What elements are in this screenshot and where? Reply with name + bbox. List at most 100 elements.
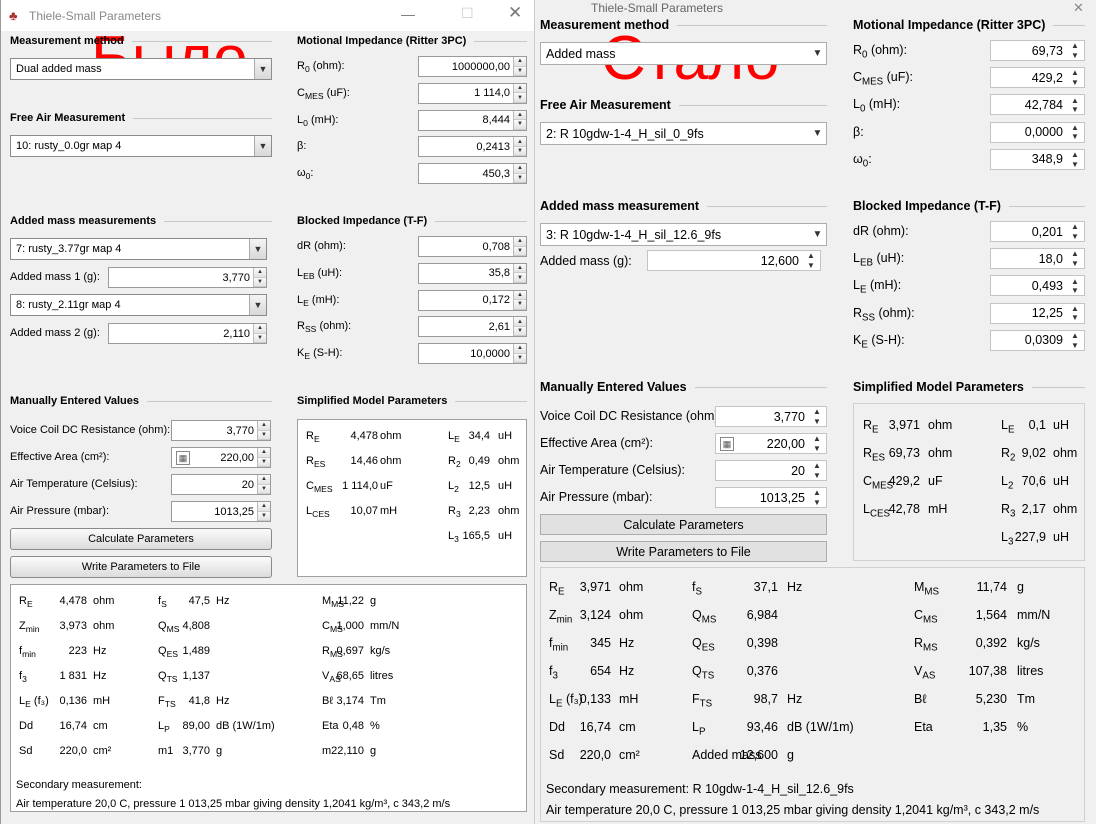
spin-up-button[interactable]: ▲ bbox=[808, 488, 826, 498]
added-mass-select-1[interactable]: 7: rusty_3.77gr мар 4 ▼ bbox=[10, 238, 267, 260]
spin-up-button[interactable]: ▲ bbox=[1066, 41, 1084, 51]
spinner-arrows[interactable]: ▲ ▼ bbox=[1066, 149, 1084, 169]
measurement-method-select[interactable]: Added mass ▼ bbox=[540, 42, 827, 65]
spinner-arrows[interactable]: ▲ ▼ bbox=[257, 421, 270, 440]
free-air-select[interactable]: 2: R 10gdw-1-4_H_sil_0_9fs ▼ bbox=[540, 122, 827, 145]
blocked-input-0[interactable]: 0,708 ▲ ▼ bbox=[418, 236, 527, 257]
spin-down-button[interactable]: ▼ bbox=[514, 300, 526, 310]
spinner-arrows[interactable]: ▲ ▼ bbox=[1066, 222, 1084, 241]
spin-down-button[interactable]: ▼ bbox=[808, 470, 826, 480]
calculator-icon[interactable]: ▦ bbox=[720, 436, 734, 451]
spinner-arrows[interactable]: ▲ ▼ bbox=[808, 407, 826, 426]
blocked-input-4[interactable]: 0,0309 ▲ ▼ bbox=[990, 329, 1085, 351]
spin-up-button[interactable]: ▲ bbox=[514, 83, 526, 94]
spinner-arrows[interactable]: ▲ ▼ bbox=[1066, 122, 1084, 142]
effective-area-input[interactable]: ▦ 220,00 ▲ ▼ bbox=[715, 433, 827, 454]
spin-up-button[interactable]: ▲ bbox=[1066, 149, 1084, 160]
spin-up-button[interactable]: ▲ bbox=[514, 263, 526, 274]
chevron-down-icon[interactable]: ▼ bbox=[809, 224, 826, 245]
spin-down-button[interactable]: ▼ bbox=[514, 173, 526, 184]
spin-up-button[interactable]: ▲ bbox=[514, 317, 526, 327]
voice-coil-resistance-input[interactable]: 3,770 ▲ ▼ bbox=[171, 420, 271, 441]
motional-input-2[interactable]: 42,784 ▲ ▼ bbox=[990, 94, 1085, 116]
spin-down-button[interactable]: ▼ bbox=[258, 457, 270, 467]
spin-down-button[interactable]: ▼ bbox=[258, 484, 270, 494]
blocked-input-1[interactable]: 18,0 ▲ ▼ bbox=[990, 248, 1085, 270]
chevron-down-icon[interactable]: ▼ bbox=[809, 43, 826, 64]
write-parameters-button[interactable]: Write Parameters to File bbox=[10, 556, 272, 578]
spin-up-button[interactable]: ▲ bbox=[258, 448, 270, 458]
motional-input-0[interactable]: 1000000,00 ▲ ▼ bbox=[418, 56, 527, 77]
maximize-button[interactable]: ☐ bbox=[461, 5, 474, 22]
spinner-arrows[interactable]: ▲ ▼ bbox=[513, 57, 526, 76]
spin-up-button[interactable]: ▲ bbox=[514, 57, 526, 67]
close-button[interactable]: ✕ bbox=[508, 3, 522, 23]
spin-down-button[interactable]: ▼ bbox=[808, 416, 826, 426]
spinner-arrows[interactable]: ▲ ▼ bbox=[257, 475, 270, 494]
spinner-arrows[interactable]: ▲ ▼ bbox=[257, 502, 270, 521]
spin-down-button[interactable]: ▼ bbox=[514, 273, 526, 283]
chevron-down-icon[interactable]: ▼ bbox=[809, 123, 826, 144]
spin-up-button[interactable]: ▲ bbox=[514, 344, 526, 354]
spin-down-button[interactable]: ▼ bbox=[514, 146, 526, 157]
spin-down-button[interactable]: ▼ bbox=[802, 260, 820, 270]
effective-area-input[interactable]: ▦ 220,00 ▲ ▼ bbox=[171, 447, 271, 468]
spin-down-button[interactable]: ▼ bbox=[808, 443, 826, 453]
calculator-icon[interactable]: ▦ bbox=[176, 450, 190, 465]
spinner-arrows[interactable]: ▲ ▼ bbox=[513, 263, 526, 283]
blocked-input-4[interactable]: 10,0000 ▲ ▼ bbox=[418, 343, 527, 365]
motional-input-1[interactable]: 429,2 ▲ ▼ bbox=[990, 67, 1085, 89]
spin-down-button[interactable]: ▼ bbox=[514, 93, 526, 103]
spinner-arrows[interactable]: ▲ ▼ bbox=[513, 164, 526, 184]
spinner-arrows[interactable]: ▲ ▼ bbox=[1066, 330, 1084, 350]
spin-down-button[interactable]: ▼ bbox=[258, 511, 270, 521]
measurement-method-select[interactable]: Dual added mass ▼ bbox=[10, 58, 272, 80]
chevron-down-icon[interactable]: ▼ bbox=[254, 59, 271, 79]
spin-down-button[interactable]: ▼ bbox=[1066, 231, 1084, 241]
write-parameters-button[interactable]: Write Parameters to File bbox=[540, 541, 827, 562]
spin-up-button[interactable]: ▲ bbox=[1066, 122, 1084, 133]
calculate-parameters-button[interactable]: Calculate Parameters bbox=[10, 528, 272, 550]
voice-coil-resistance-input[interactable]: 3,770 ▲ ▼ bbox=[715, 406, 827, 427]
added-mass-input-1[interactable]: 3,770 ▲ ▼ bbox=[108, 267, 267, 288]
spin-down-button[interactable]: ▼ bbox=[514, 66, 526, 76]
spin-up-button[interactable]: ▲ bbox=[1066, 222, 1084, 232]
spin-down-button[interactable]: ▼ bbox=[1066, 340, 1084, 350]
added-mass-select-1[interactable]: 3: R 10gdw-1-4_H_sil_12.6_9fs ▼ bbox=[540, 223, 827, 246]
minimize-button[interactable]: — bbox=[401, 6, 415, 22]
motional-input-3[interactable]: 0,2413 ▲ ▼ bbox=[418, 136, 527, 158]
blocked-input-3[interactable]: 12,25 ▲ ▼ bbox=[990, 302, 1085, 324]
spin-up-button[interactable]: ▲ bbox=[514, 137, 526, 147]
spin-up-button[interactable]: ▲ bbox=[1066, 68, 1084, 78]
spinner-arrows[interactable]: ▲ ▼ bbox=[1066, 41, 1084, 60]
added-mass-input-2[interactable]: 2,110 ▲ ▼ bbox=[108, 323, 267, 344]
spin-down-button[interactable]: ▼ bbox=[254, 333, 266, 343]
spin-up-button[interactable]: ▲ bbox=[1066, 249, 1084, 259]
spinner-arrows[interactable]: ▲ ▼ bbox=[808, 461, 826, 480]
spin-up-button[interactable]: ▲ bbox=[258, 421, 270, 431]
chevron-down-icon[interactable]: ▼ bbox=[249, 239, 266, 259]
motional-input-3[interactable]: 0,0000 ▲ ▼ bbox=[990, 121, 1085, 143]
spin-down-button[interactable]: ▼ bbox=[808, 497, 826, 507]
spinner-arrows[interactable]: ▲ ▼ bbox=[513, 344, 526, 364]
spin-up-button[interactable]: ▲ bbox=[1066, 276, 1084, 286]
spinner-arrows[interactable]: ▲ ▼ bbox=[1066, 249, 1084, 269]
blocked-input-2[interactable]: 0,172 ▲ ▼ bbox=[418, 289, 527, 311]
spin-down-button[interactable]: ▼ bbox=[514, 326, 526, 337]
spin-up-button[interactable]: ▲ bbox=[254, 268, 266, 278]
calculate-parameters-button[interactable]: Calculate Parameters bbox=[540, 514, 827, 535]
motional-input-1[interactable]: 1 114,0 ▲ ▼ bbox=[418, 82, 527, 104]
spin-down-button[interactable]: ▼ bbox=[1066, 313, 1084, 323]
spinner-arrows[interactable]: ▲ ▼ bbox=[513, 83, 526, 103]
spin-down-button[interactable]: ▼ bbox=[1066, 132, 1084, 142]
spin-down-button[interactable]: ▼ bbox=[1066, 258, 1084, 269]
spinner-arrows[interactable]: ▲ ▼ bbox=[1066, 95, 1084, 115]
spinner-arrows[interactable]: ▲ ▼ bbox=[1066, 303, 1084, 323]
spinner-arrows[interactable]: ▲ ▼ bbox=[808, 488, 826, 507]
spinner-arrows[interactable]: ▲ ▼ bbox=[802, 251, 820, 270]
air-pressure-input[interactable]: 1013,25 ▲ ▼ bbox=[171, 501, 271, 522]
motional-input-2[interactable]: 8,444 ▲ ▼ bbox=[418, 109, 527, 131]
close-button[interactable]: ✕ bbox=[1073, 0, 1084, 16]
spinner-arrows[interactable]: ▲ ▼ bbox=[253, 268, 266, 287]
spin-down-button[interactable]: ▼ bbox=[514, 120, 526, 130]
